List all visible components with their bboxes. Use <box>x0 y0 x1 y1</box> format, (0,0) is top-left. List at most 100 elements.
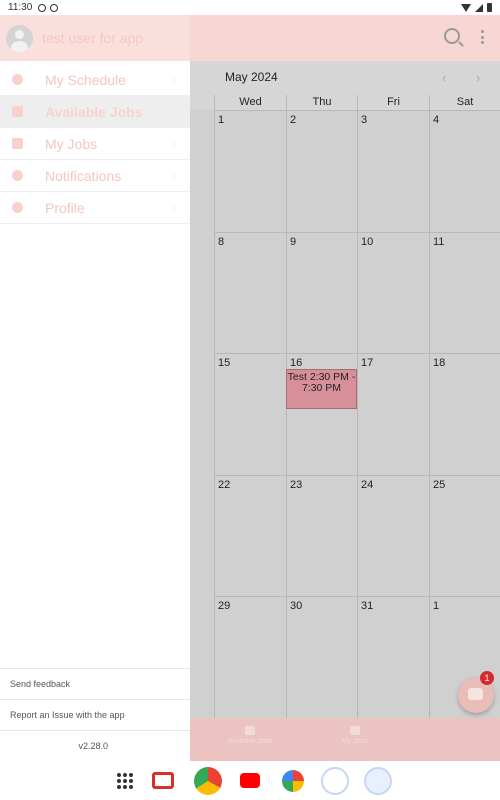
tab-label: My Jobs <box>341 738 369 745</box>
tab-my-jobs[interactable]: My Jobs <box>315 726 395 745</box>
day-number: 1 <box>218 114 225 126</box>
calendar-day-cell[interactable]: 29 <box>214 596 286 718</box>
calendar-event[interactable]: Test 2:30 PM - 7:30 PM <box>286 369 357 409</box>
system-nav-bar <box>0 761 500 800</box>
calendar-day-cell[interactable]: 3 <box>357 110 429 232</box>
day-number: 23 <box>290 478 303 491</box>
menu-item-label: My Schedule <box>45 71 126 88</box>
calendar-day-cell[interactable]: 9 <box>286 231 357 354</box>
app-drawer-icon[interactable] <box>117 773 133 789</box>
calendar-day-cell[interactable]: 31 <box>357 596 429 718</box>
briefcase-icon <box>12 138 23 149</box>
weekday-header: Sat <box>429 95 500 110</box>
day-number: 17 <box>361 357 374 370</box>
phone-icon[interactable] <box>321 767 349 795</box>
calendar-day-cell[interactable]: 2 <box>286 110 357 232</box>
menu-item-label: Notifications <box>45 167 122 184</box>
notification-badge: 1 <box>480 671 494 685</box>
calendar-day-cell[interactable]: 23 <box>286 474 357 597</box>
drawer-menu: My Schedule › Available Jobs My Jobs › N… <box>0 64 190 224</box>
messages-icon[interactable] <box>364 767 392 795</box>
day-number: 25 <box>433 478 446 491</box>
photos-icon[interactable] <box>282 770 304 792</box>
day-number: 10 <box>361 235 374 248</box>
bell-icon <box>12 170 23 181</box>
navigation-drawer: test user for app My Schedule › Availabl… <box>0 15 190 761</box>
person-icon <box>12 202 23 213</box>
weekday-header: Fri <box>357 95 429 110</box>
send-feedback-link[interactable]: Send feedback <box>0 668 190 699</box>
day-number: 22 <box>218 478 231 491</box>
calendar-day-cell[interactable]: 11 <box>429 231 500 354</box>
day-number: 15 <box>218 357 231 370</box>
more-vert-icon[interactable] <box>481 30 484 44</box>
chevron-left-icon[interactable]: ‹ <box>442 70 446 85</box>
chat-fab-button[interactable]: 1 <box>458 671 494 713</box>
user-name: test user for app <box>42 30 144 46</box>
chat-icon <box>468 688 483 700</box>
chevron-right-icon: › <box>172 201 176 215</box>
menu-item-label: My Jobs <box>45 135 98 152</box>
chrome-icon[interactable] <box>194 767 222 795</box>
calendar-day-cell[interactable]: 25 <box>429 474 500 597</box>
day-number: 3 <box>361 114 368 126</box>
day-number: 31 <box>361 600 374 613</box>
calendar-day-cell[interactable]: 17 <box>357 353 429 475</box>
menu-item-my-schedule[interactable]: My Schedule › <box>0 64 190 96</box>
calendar-day-cell[interactable]: 22 <box>214 474 286 597</box>
signal-icon <box>475 3 483 12</box>
menu-item-my-jobs[interactable]: My Jobs › <box>0 128 190 160</box>
menu-item-notifications[interactable]: Notifications › <box>0 160 190 192</box>
day-number: 2 <box>290 114 297 126</box>
chevron-right-icon: › <box>172 73 176 87</box>
status-time: 11:30 <box>8 2 33 13</box>
tab-available-jobs[interactable]: Available Jobs <box>210 726 290 745</box>
calendar-day-cell[interactable]: 1 <box>214 110 286 232</box>
day-number: 30 <box>290 600 303 613</box>
youtube-icon[interactable] <box>240 773 260 788</box>
tab-label: Available Jobs <box>227 738 273 745</box>
avatar <box>6 24 33 52</box>
search-icon[interactable] <box>444 28 460 44</box>
weekday-header: Wed <box>214 95 286 110</box>
day-number: 16 <box>290 357 303 370</box>
available-jobs-icon <box>245 726 255 735</box>
calendar-day-cell[interactable]: 24 <box>357 474 429 597</box>
menu-item-profile[interactable]: Profile › <box>0 192 190 224</box>
day-number: 8 <box>218 235 225 248</box>
clock-icon <box>12 74 23 85</box>
menu-item-label: Profile <box>45 199 85 216</box>
report-issue-link[interactable]: Report an Issue with the app <box>0 699 190 730</box>
calendar-day-cell[interactable]: 10 <box>357 231 429 354</box>
drawer-footer: Send feedback Report an Issue with the a… <box>0 668 190 761</box>
menu-item-label: Available Jobs <box>45 103 143 120</box>
day-number: 1 <box>433 600 440 613</box>
day-number: 4 <box>433 114 440 126</box>
day-number: 11 <box>433 235 445 248</box>
app-version: v2.28.0 <box>0 730 190 761</box>
briefcase-icon <box>350 726 360 735</box>
day-number: 24 <box>361 478 374 491</box>
battery-icon <box>487 3 492 12</box>
day-number: 18 <box>433 357 446 370</box>
calendar-day-cell[interactable]: 8 <box>214 231 286 354</box>
privacy-icon <box>38 3 47 12</box>
calendar-day-cell[interactable]: 15 <box>214 353 286 475</box>
month-label: May 2024 <box>225 70 278 84</box>
drawer-header[interactable]: test user for app <box>0 15 190 61</box>
calendar-day-cell[interactable]: 18 <box>429 353 500 475</box>
status-bar: 11:30 <box>0 0 500 15</box>
calendar-day-cell[interactable]: 30 <box>286 596 357 718</box>
calendar-day-cell[interactable]: 4 <box>429 110 500 232</box>
wifi-icon <box>461 3 471 12</box>
chevron-right-icon: › <box>172 169 176 183</box>
chevron-right-icon[interactable]: › <box>476 70 480 85</box>
weekday-header: Thu <box>286 95 357 110</box>
jobs-list-icon <box>12 106 23 117</box>
menu-item-available-jobs[interactable]: Available Jobs <box>0 96 190 128</box>
day-number: 9 <box>290 235 297 248</box>
chevron-right-icon: › <box>172 137 176 151</box>
sync-icon <box>50 3 59 12</box>
day-number: 29 <box>218 600 231 613</box>
gmail-icon[interactable] <box>152 772 174 789</box>
